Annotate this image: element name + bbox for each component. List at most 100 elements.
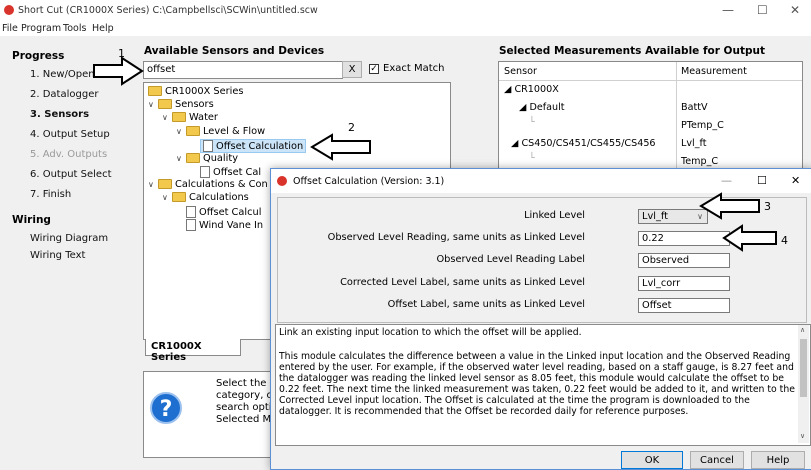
- annotation-4: 4: [781, 234, 788, 247]
- observed-label-label: Observed Level Reading Label: [436, 254, 585, 265]
- tree-node-sensors[interactable]: ∨ Sensors: [148, 99, 214, 110]
- document-icon: [186, 206, 196, 218]
- sensor-search-input[interactable]: offset: [143, 61, 343, 79]
- search-value: offset: [147, 64, 176, 75]
- column-header-measurement[interactable]: Measurement: [681, 66, 747, 77]
- help-info-box: ? Select the category, o search opti Sel…: [143, 371, 273, 458]
- table-row[interactable]: ◢ CR1000X: [504, 84, 559, 95]
- linked-level-label: Linked Level: [524, 210, 585, 221]
- window-title-bar: Short Cut (CR1000X Series) C:\Campbellsc…: [0, 0, 811, 22]
- tree-node-offset-calculation[interactable]: Offset Calculation: [200, 139, 307, 153]
- table-row[interactable]: ◢ Default: [519, 102, 565, 113]
- step-sensors[interactable]: 3. Sensors: [30, 109, 89, 120]
- window-title: Short Cut (CR1000X Series) C:\Campbellsc…: [18, 5, 318, 16]
- step-datalogger[interactable]: 2. Datalogger: [30, 89, 98, 100]
- maximize-button[interactable]: ☐: [757, 3, 768, 17]
- tree-node-calc-con[interactable]: ∨ Calculations & Con: [148, 179, 268, 190]
- step-output-setup[interactable]: 4. Output Setup: [30, 129, 110, 140]
- cancel-button[interactable]: Cancel: [690, 451, 744, 469]
- tab-cr1000x-series[interactable]: CR1000X Series: [145, 339, 241, 363]
- menu-program[interactable]: Program: [21, 23, 61, 34]
- menu-tools[interactable]: Tools: [63, 23, 86, 34]
- offset-label-input[interactable]: Offset: [638, 298, 730, 313]
- help-text-1: Select the: [216, 378, 267, 389]
- help-text-3: search opti: [216, 402, 272, 413]
- scroll-up-icon[interactable]: ∧: [800, 326, 805, 334]
- corrected-label-input[interactable]: Lvl_corr: [638, 276, 730, 291]
- left-arrow-icon: [722, 224, 777, 252]
- menu-bar: File Program Tools Help: [0, 22, 811, 36]
- dialog-close-button[interactable]: ✕: [791, 174, 800, 187]
- sensors-panel-title: Available Sensors and Devices: [144, 45, 325, 57]
- corrected-label-label: Corrected Level Label, same units as Lin…: [340, 277, 585, 288]
- tree-node-calculations[interactable]: ∨ Calculations: [162, 192, 249, 203]
- wiring-diagram-link[interactable]: Wiring Diagram: [30, 233, 108, 244]
- close-button[interactable]: ✕: [790, 3, 800, 17]
- column-divider: [676, 62, 677, 177]
- progress-sidebar: Progress 1. New/Open 2. Datalogger 3. Se…: [0, 36, 141, 468]
- app-logo-icon: [4, 5, 14, 15]
- document-icon: [200, 166, 210, 178]
- left-arrow-icon: [699, 192, 760, 220]
- help-button[interactable]: Help: [751, 451, 805, 469]
- table-header: Sensor Measurement: [499, 62, 802, 177]
- linked-level-select[interactable]: Lvl_ft ∨: [638, 209, 708, 224]
- tree-node-quality[interactable]: ∨ Quality: [176, 153, 238, 164]
- output-table: Sensor Measurement ◢ CR1000X ◢ Default B…: [498, 61, 803, 178]
- clear-search-button[interactable]: X: [342, 61, 362, 78]
- scroll-thumb[interactable]: [800, 339, 807, 397]
- document-icon: [203, 140, 213, 152]
- chevron-down-icon: ∨: [148, 180, 154, 189]
- wiring-text-link[interactable]: Wiring Text: [30, 250, 85, 261]
- chevron-down-icon: ∨: [162, 193, 168, 202]
- description-scrollbar[interactable]: ∧ ∨: [798, 325, 809, 443]
- step-new-open[interactable]: 1. New/Open: [30, 69, 95, 80]
- dialog-minimize-button[interactable]: —: [721, 174, 732, 187]
- dialog-maximize-button[interactable]: ☐: [757, 174, 767, 187]
- column-header-sensor[interactable]: Sensor: [504, 66, 537, 77]
- table-row[interactable]: ◢ CS450/CS451/CS455/CS456: [511, 138, 656, 149]
- step-output-select[interactable]: 6. Output Select: [30, 169, 111, 180]
- measurement-cell[interactable]: Temp_C: [681, 156, 718, 167]
- output-panel-title: Selected Measurements Available for Outp…: [499, 45, 765, 57]
- description-body: This module calculates the difference be…: [279, 351, 795, 417]
- right-arrow-icon: [93, 56, 144, 86]
- description-box: Link an existing input location to which…: [275, 324, 811, 446]
- tree-node-wind-vane[interactable]: Wind Vane In: [186, 219, 263, 231]
- folder-icon: [158, 99, 172, 109]
- tree-connector-icon: └: [529, 153, 535, 164]
- chevron-down-icon: ∨: [162, 113, 168, 122]
- help-question-icon: ?: [150, 392, 182, 424]
- tree-node-cr1000x[interactable]: CR1000X Series: [148, 86, 244, 97]
- minimize-button[interactable]: —: [722, 3, 734, 17]
- exact-match-label: Exact Match: [383, 63, 445, 74]
- observed-reading-input[interactable]: 0.22: [638, 231, 730, 246]
- measurement-cell[interactable]: PTemp_C: [681, 120, 724, 131]
- dialog-title: Offset Calculation (Version: 3.1): [293, 176, 445, 187]
- description-intro: Link an existing input location to which…: [279, 327, 582, 338]
- observed-reading-label: Observed Level Reading, same units as Li…: [327, 232, 585, 243]
- help-text-4: Selected M: [216, 414, 272, 425]
- wiring-heading: Wiring: [12, 214, 51, 226]
- step-finish[interactable]: 7. Finish: [30, 189, 71, 200]
- observed-label-input[interactable]: Observed: [638, 253, 730, 268]
- tree-node-level-flow[interactable]: ∨ Level & Flow: [176, 126, 265, 137]
- exact-match-checkbox[interactable]: ✓: [369, 64, 379, 74]
- folder-icon: [148, 86, 162, 96]
- tree-node-offset-calculation-calc[interactable]: Offset Calcul: [186, 206, 261, 218]
- annotation-3: 3: [764, 200, 771, 213]
- ok-button[interactable]: OK: [621, 451, 683, 469]
- dialog-title-bar: Offset Calculation (Version: 3.1) — ☐ ✕: [271, 169, 811, 193]
- menu-file[interactable]: File: [2, 23, 18, 34]
- folder-icon: [172, 192, 186, 202]
- measurement-cell[interactable]: Lvl_ft: [681, 138, 706, 149]
- tree-node-water[interactable]: ∨ Water: [162, 112, 218, 123]
- folder-icon: [172, 112, 186, 122]
- scroll-down-icon[interactable]: ∨: [800, 432, 805, 440]
- help-text-2: category, o: [216, 390, 273, 401]
- menu-help[interactable]: Help: [92, 23, 114, 34]
- measurement-cell[interactable]: BattV: [681, 102, 708, 113]
- tree-node-offset-calculation-quality[interactable]: Offset Cal: [200, 166, 261, 178]
- tree-connector-icon: └: [529, 117, 535, 128]
- chevron-down-icon: ∨: [176, 127, 182, 136]
